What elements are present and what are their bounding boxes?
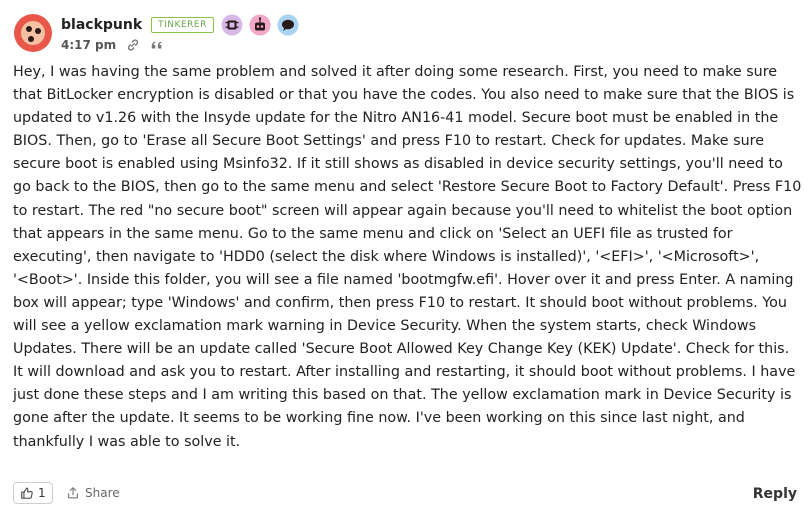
ai-chip-badge-icon[interactable] — [221, 14, 243, 36]
post-timestamp[interactable]: 4:17 pm — [61, 38, 116, 52]
post-header: blackpunk TINKERER — [61, 14, 299, 36]
robot-badge-icon[interactable] — [249, 14, 271, 36]
share-button[interactable]: Share — [66, 484, 120, 502]
link-icon[interactable] — [126, 38, 140, 52]
share-icon — [68, 487, 78, 499]
like-button[interactable]: 1 — [13, 482, 53, 504]
thumbs-up-icon — [21, 487, 33, 499]
share-label: Share — [85, 486, 120, 500]
forum-post: blackpunk TINKERER 4:17 pm Hey, I was ha… — [0, 0, 811, 521]
post-body: Hey, I was having the same problem and s… — [13, 61, 803, 454]
reply-button[interactable]: Reply — [753, 486, 797, 502]
like-count: 1 — [38, 486, 46, 500]
author-name[interactable]: blackpunk — [61, 17, 142, 33]
chat-badge-icon[interactable] — [277, 14, 299, 36]
post-footer: 1 Share Reply — [0, 480, 811, 510]
post-paragraph: Hey, I was having the same problem and s… — [13, 64, 802, 450]
quote-icon[interactable] — [150, 38, 164, 52]
rank-badge[interactable]: TINKERER — [151, 17, 214, 33]
post-meta: 4:17 pm — [61, 36, 164, 54]
user-avatar[interactable] — [14, 14, 52, 52]
